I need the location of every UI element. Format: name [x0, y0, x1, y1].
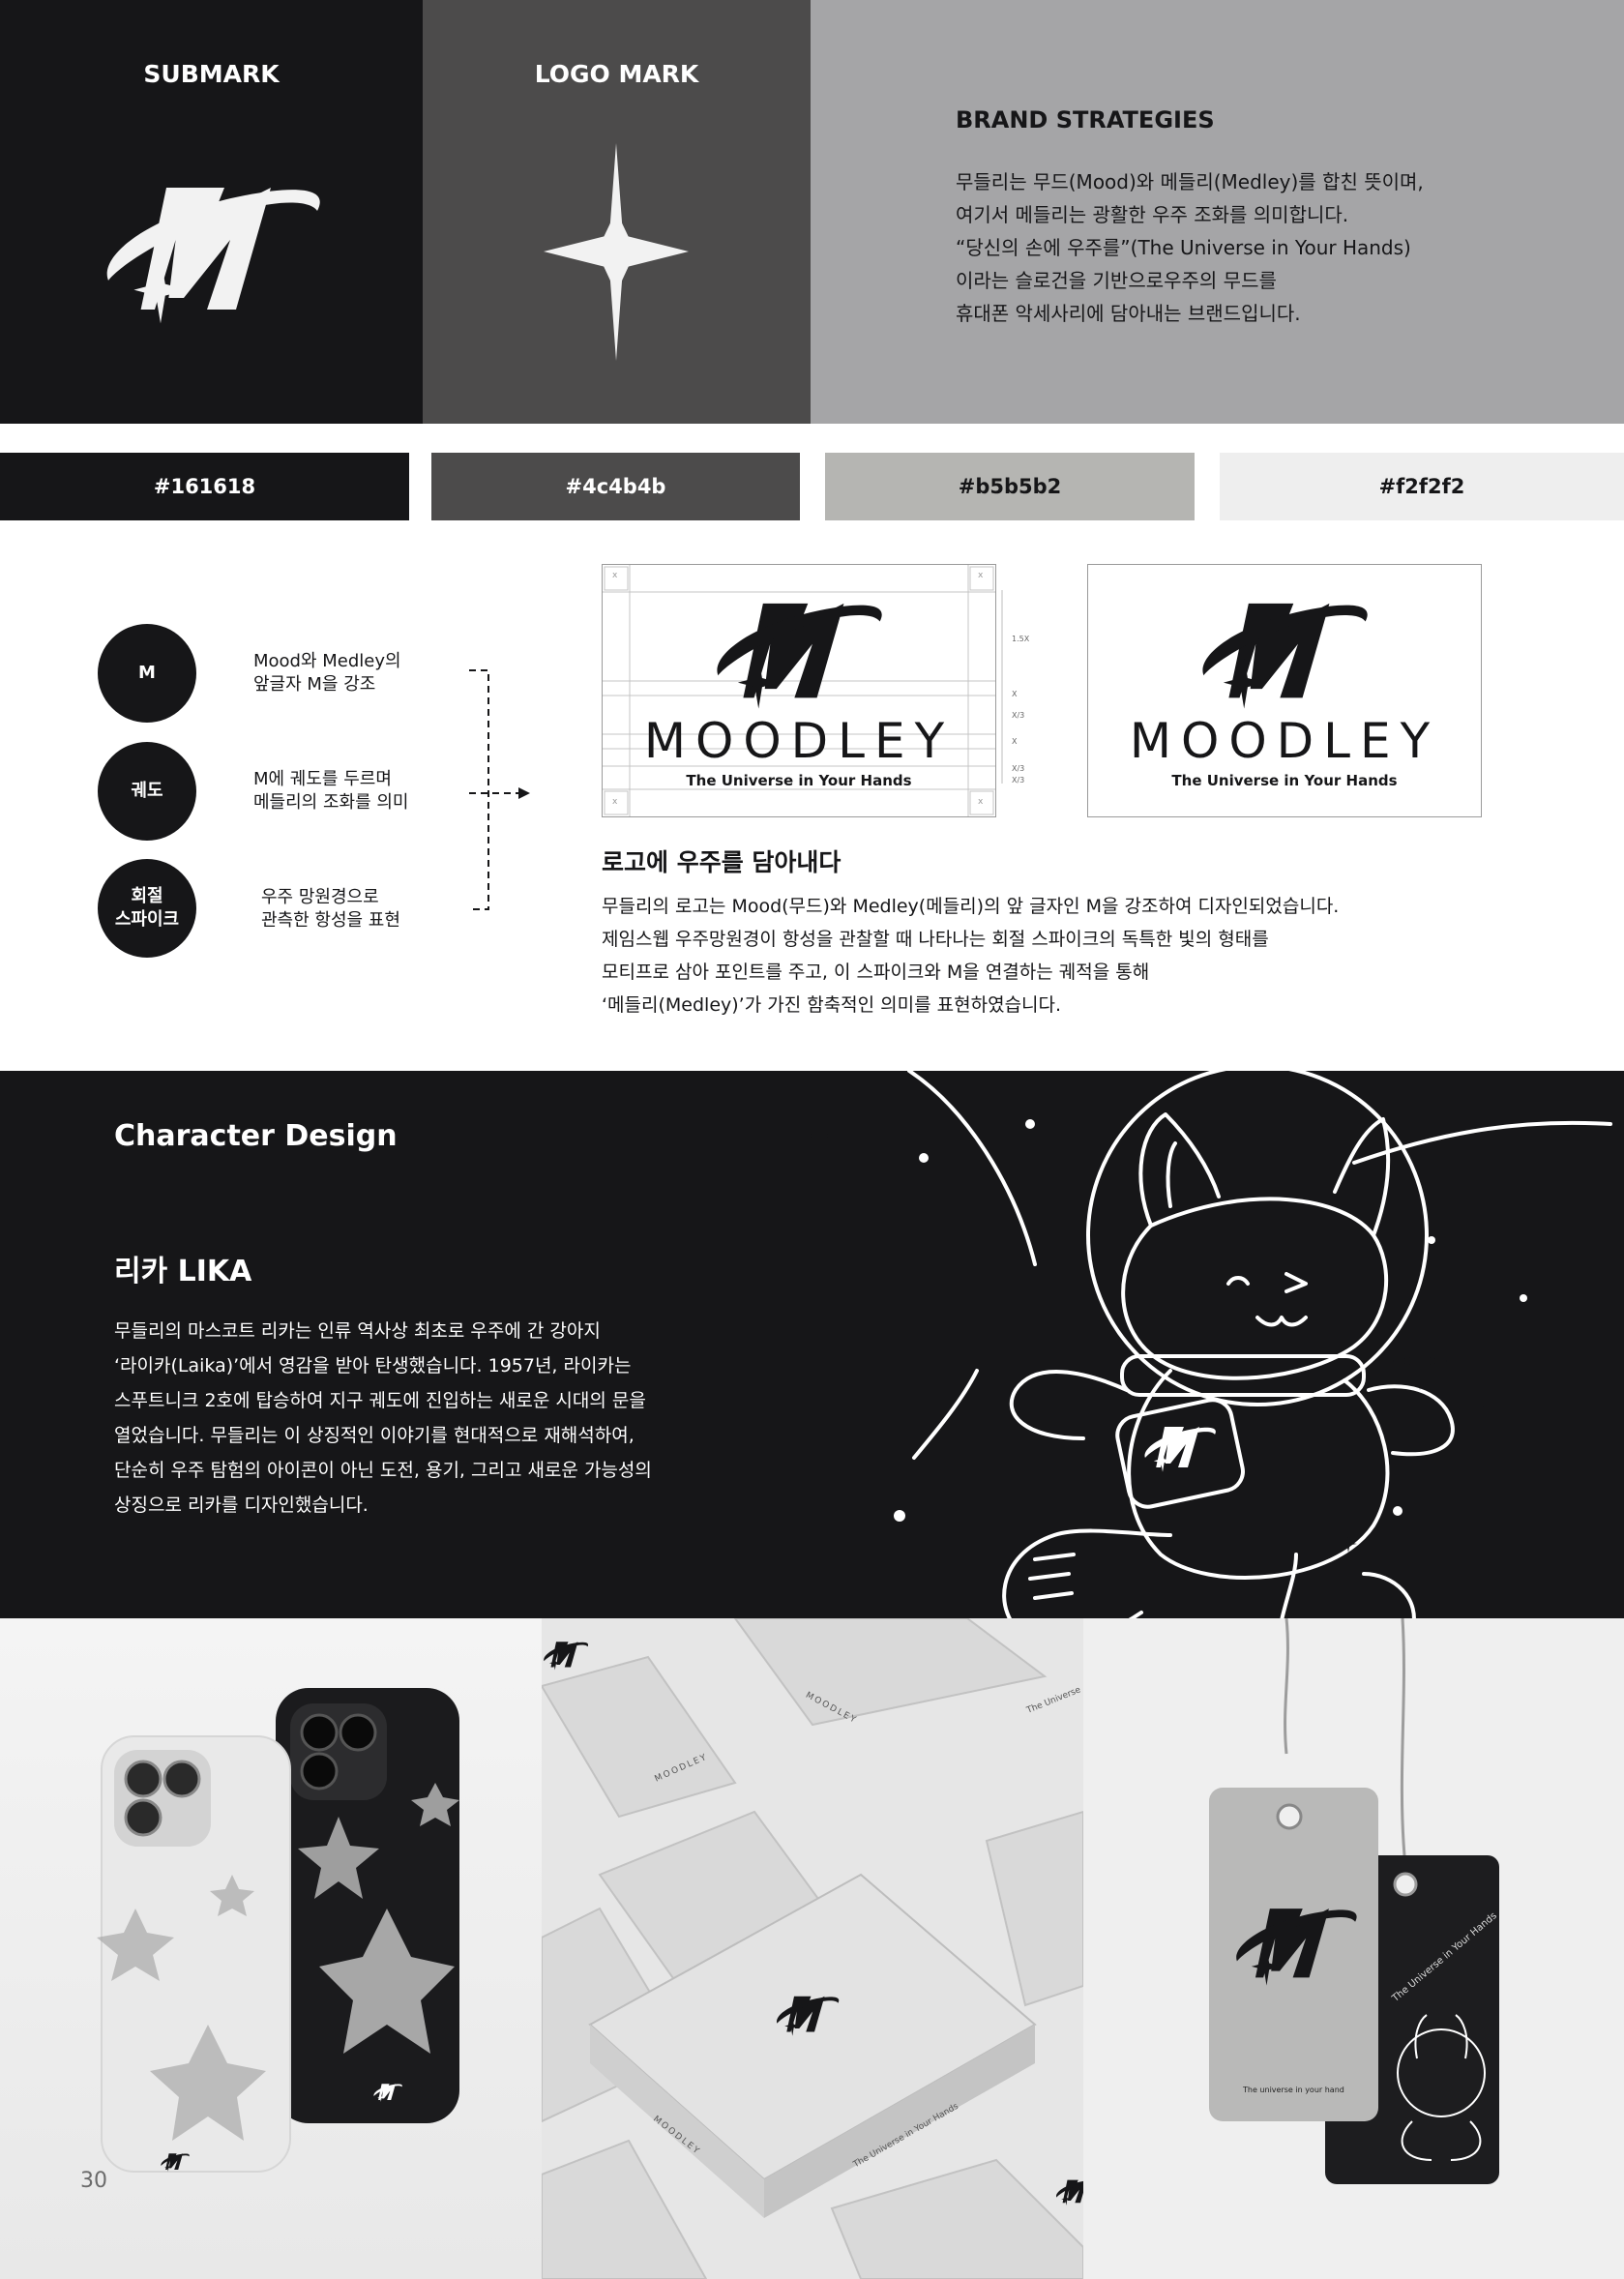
strategies-title: BRAND STRATEGIES	[956, 106, 1215, 133]
corner-mark: x	[612, 571, 618, 580]
corner-mark: x	[612, 797, 618, 807]
moodley-wordmark: MOODLEY	[1129, 713, 1440, 769]
suit-m-logo-icon	[1145, 1427, 1216, 1472]
hang-tag-illustration	[1209, 1618, 1499, 2184]
submark-logo-icon	[97, 169, 329, 334]
logo-desc-line: 모티프로 삼아 포인트를 주고, 이 스파이크와 M을 연결하는 궤적을 통해	[602, 962, 1150, 983]
character-name: 리카 LIKA	[114, 1255, 252, 1288]
submark-panel: SUBMARK	[0, 0, 423, 424]
concept-label-orbit: M에 궤도를 두르며 메들리의 조화를 의미	[253, 768, 408, 814]
concept-label-m: Mood와 Medley의 앞글자 M을 강조	[253, 650, 401, 696]
concept-circle-line: 스파이크	[114, 909, 180, 930]
character-desc-line: ‘라이카(Laika)’에서 영감을 받아 탄생했습니다. 1957년, 라이카…	[114, 1355, 632, 1376]
moodley-m-logo-icon	[702, 590, 896, 716]
guide-label: X	[1012, 737, 1018, 746]
logo-desc-line: ‘메들리(Medley)’가 가진 함축적인 의미를 표현하였습니다.	[602, 994, 1062, 1016]
logo-final-box: MOODLEY The Universe in Your Hands	[1087, 564, 1482, 817]
corner-mark: x	[978, 797, 984, 807]
strategy-line: “당신의 손에 우주를”(The Universe in Your Hands)	[956, 236, 1411, 259]
strategy-line: 여기서 메들리는 광활한 우주 조화를 의미합니다.	[956, 203, 1349, 226]
moodley-wordmark: MOODLEY	[643, 713, 955, 769]
strategies-panel: BRAND STRATEGIES 무들리는 무드(Mood)와 메들리(Medl…	[811, 0, 1624, 424]
concept-label-line: 메들리의 조화를 의미	[253, 792, 409, 813]
hang-tag-mockup: The universe in your hand The Universe i…	[1083, 1618, 1624, 2279]
character-desc-line: 스푸트니크 2호에 탑승하여 지구 궤도에 진입하는 새로운 시대의 문을	[114, 1390, 646, 1411]
concept-label-line: Mood와 Medley의	[253, 651, 401, 671]
measurement-ruler	[1001, 590, 1003, 784]
moodley-tagline: The Universe in Your Hands	[686, 772, 912, 789]
strategy-line: 무들리는 무드(Mood)와 메들리(Medley)를 합친 뜻이며,	[956, 170, 1424, 193]
logo-desc-line: 제임스웹 우주망원경이 항성을 관찰할 때 나타나는 회절 스파이크의 독특한 …	[602, 929, 1269, 950]
guide-label: X/3	[1012, 711, 1025, 720]
logomark-panel: LOGO MARK	[423, 0, 811, 424]
page-number: 30	[80, 2169, 107, 2193]
packaging-box-mockup: MOODLEY The Universe MOODLEY MOODLEY The…	[542, 1618, 1083, 2279]
concept-circle-orbit: 궤도	[98, 742, 196, 841]
color-swatch-4c4b4b: #4c4b4b	[431, 453, 800, 520]
color-swatch-f2f2f2: #f2f2f2	[1220, 453, 1624, 520]
strategy-line: 이라는 슬로건을 기반으로우주의 무드를	[956, 269, 1277, 292]
character-desc-line: 열었습니다. 무들리는 이 상징적인 이야기를 현대적으로 재해석하여,	[114, 1425, 635, 1446]
concept-circle-line: 회절	[131, 886, 163, 906]
character-desc-line: 상징으로 리카를 디자인했습니다.	[114, 1495, 369, 1516]
logo-desc-line: 무들리의 로고는 Mood(무드)와 Medley(메들리)의 앞 글자인 M을…	[602, 896, 1340, 917]
concept-label-line: 우주 망원경으로	[261, 887, 379, 907]
concept-label-spike: 우주 망원경으로 관측한 항성을 표현	[261, 886, 400, 932]
lika-astronaut-dog-illustration	[793, 1071, 1612, 1685]
concept-label-line: M에 궤도를 두르며	[253, 769, 392, 789]
character-desc-line: 단순히 우주 탐험의 아이콘이 아닌 도전, 용기, 그리고 새로운 가능성의	[114, 1460, 652, 1481]
logo-grid-box: x x x x MOODLEY The Universe in Your Han…	[602, 564, 996, 817]
guide-label: X	[1012, 690, 1018, 698]
character-desc-line: 무들리의 마스코트 리카는 인류 역사상 최초로 우주에 간 강아지	[114, 1320, 601, 1342]
logomark-title: LOGO MARK	[534, 60, 699, 88]
moodley-m-logo-icon	[1188, 590, 1381, 716]
concept-circle-spike: 회절 스파이크	[98, 859, 196, 958]
character-section-title: Character Design	[114, 1119, 398, 1153]
concept-label-line: 앞글자 M을 강조	[253, 674, 376, 695]
logo-section-heading: 로고에 우주를 담아내다	[602, 848, 842, 876]
bracket-arrow-icon	[469, 669, 530, 910]
guide-label: X/3	[1012, 776, 1025, 784]
corner-mark: x	[978, 571, 984, 580]
guide-label: 1.5X	[1012, 635, 1030, 643]
packaging-illustration	[542, 1618, 1083, 2279]
tag-tagline: The universe in your hand	[1243, 2086, 1344, 2094]
submark-title: SUBMARK	[143, 60, 280, 88]
color-swatch-161618: #161618	[0, 453, 409, 520]
brand-intro-section: SUBMARK LOGO MARK BRAND STRATEGIES 무들리는 …	[0, 0, 1624, 424]
guide-label: X/3	[1012, 764, 1025, 773]
moodley-tagline: The Universe in Your Hands	[1171, 772, 1398, 789]
concept-label-line: 관측한 항성을 표현	[261, 910, 400, 931]
color-swatch-b5b5b2: #b5b5b2	[825, 453, 1195, 520]
concept-circle-m: M	[98, 624, 196, 723]
strategy-line: 휴대폰 악세사리에 담아내는 브랜드입니다.	[956, 302, 1301, 325]
diffraction-star-icon	[544, 143, 689, 361]
